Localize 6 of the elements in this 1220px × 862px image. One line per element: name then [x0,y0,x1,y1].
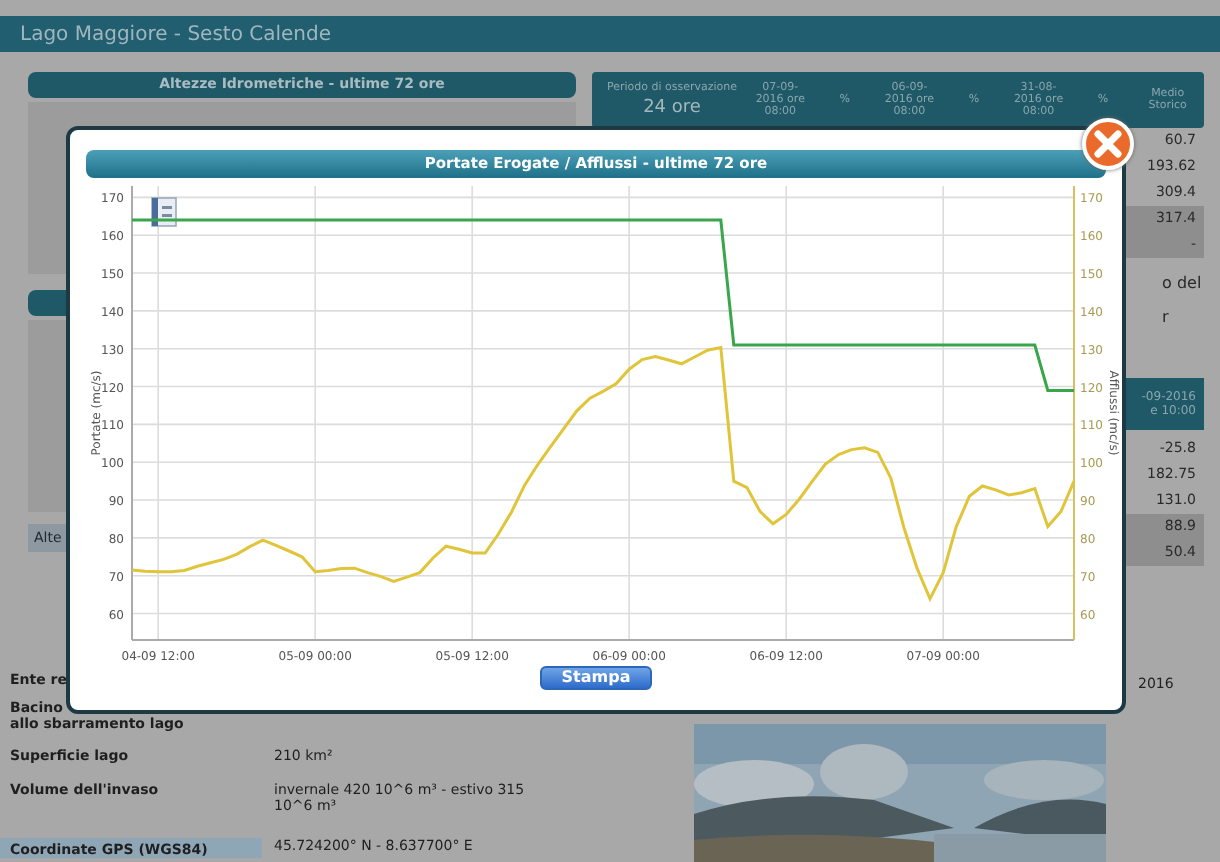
description-text: r [1162,308,1171,326]
period-value: 24 ore [643,98,701,118]
page-title: Lago Maggiore - Sesto Calende [20,23,332,45]
document-icon[interactable] [151,197,177,227]
description-text: o del [1162,274,1204,292]
print-button[interactable]: Stampa [539,666,653,690]
